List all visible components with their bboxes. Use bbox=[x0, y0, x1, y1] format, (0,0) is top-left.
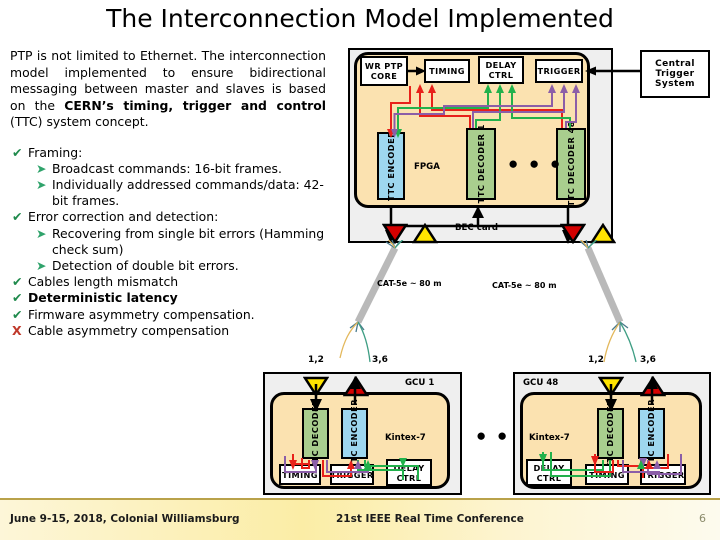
interconnection-diagram: BEC card FPGA WR PTP CORE TIMING DELAY C… bbox=[0, 40, 720, 495]
cts-to-trigger-arrow bbox=[585, 66, 641, 76]
svg-text:CAT-5e ~ 80 m: CAT-5e ~ 80 m bbox=[377, 279, 442, 288]
bec-signal-routing bbox=[385, 66, 580, 244]
svg-text:1,2: 1,2 bbox=[308, 355, 324, 365]
svg-text:1,2: 1,2 bbox=[588, 355, 604, 365]
svg-text:3,6: 3,6 bbox=[640, 355, 656, 365]
footer-bar: June 9-15, 2018, Colonial Williamsburg 2… bbox=[0, 500, 720, 540]
page-number: 6 bbox=[699, 512, 706, 525]
cat5e-cable-runs: CAT-5e ~ 80 m 1,2 3,6 CAT-5e ~ 80 m 1,2 … bbox=[308, 240, 656, 365]
gcu48-signal-routing bbox=[539, 376, 682, 478]
slide-root: The Interconnection Model Implemented PT… bbox=[0, 0, 720, 540]
page-title: The Interconnection Model Implemented bbox=[106, 4, 614, 33]
footer-left-text: June 9-15, 2018, Colonial Williamsburg bbox=[10, 513, 240, 525]
svg-text:3,6: 3,6 bbox=[372, 355, 388, 365]
central-trigger-system-block[interactable]: Central Trigger System bbox=[640, 50, 710, 98]
svg-text:CAT-5e ~ 80 m: CAT-5e ~ 80 m bbox=[492, 281, 557, 290]
central-trigger-system-label: Central Trigger System bbox=[655, 59, 695, 89]
footer-center-text: 21st IEEE Real Time Conference bbox=[336, 513, 524, 525]
gcu1-signal-routing bbox=[284, 376, 419, 480]
